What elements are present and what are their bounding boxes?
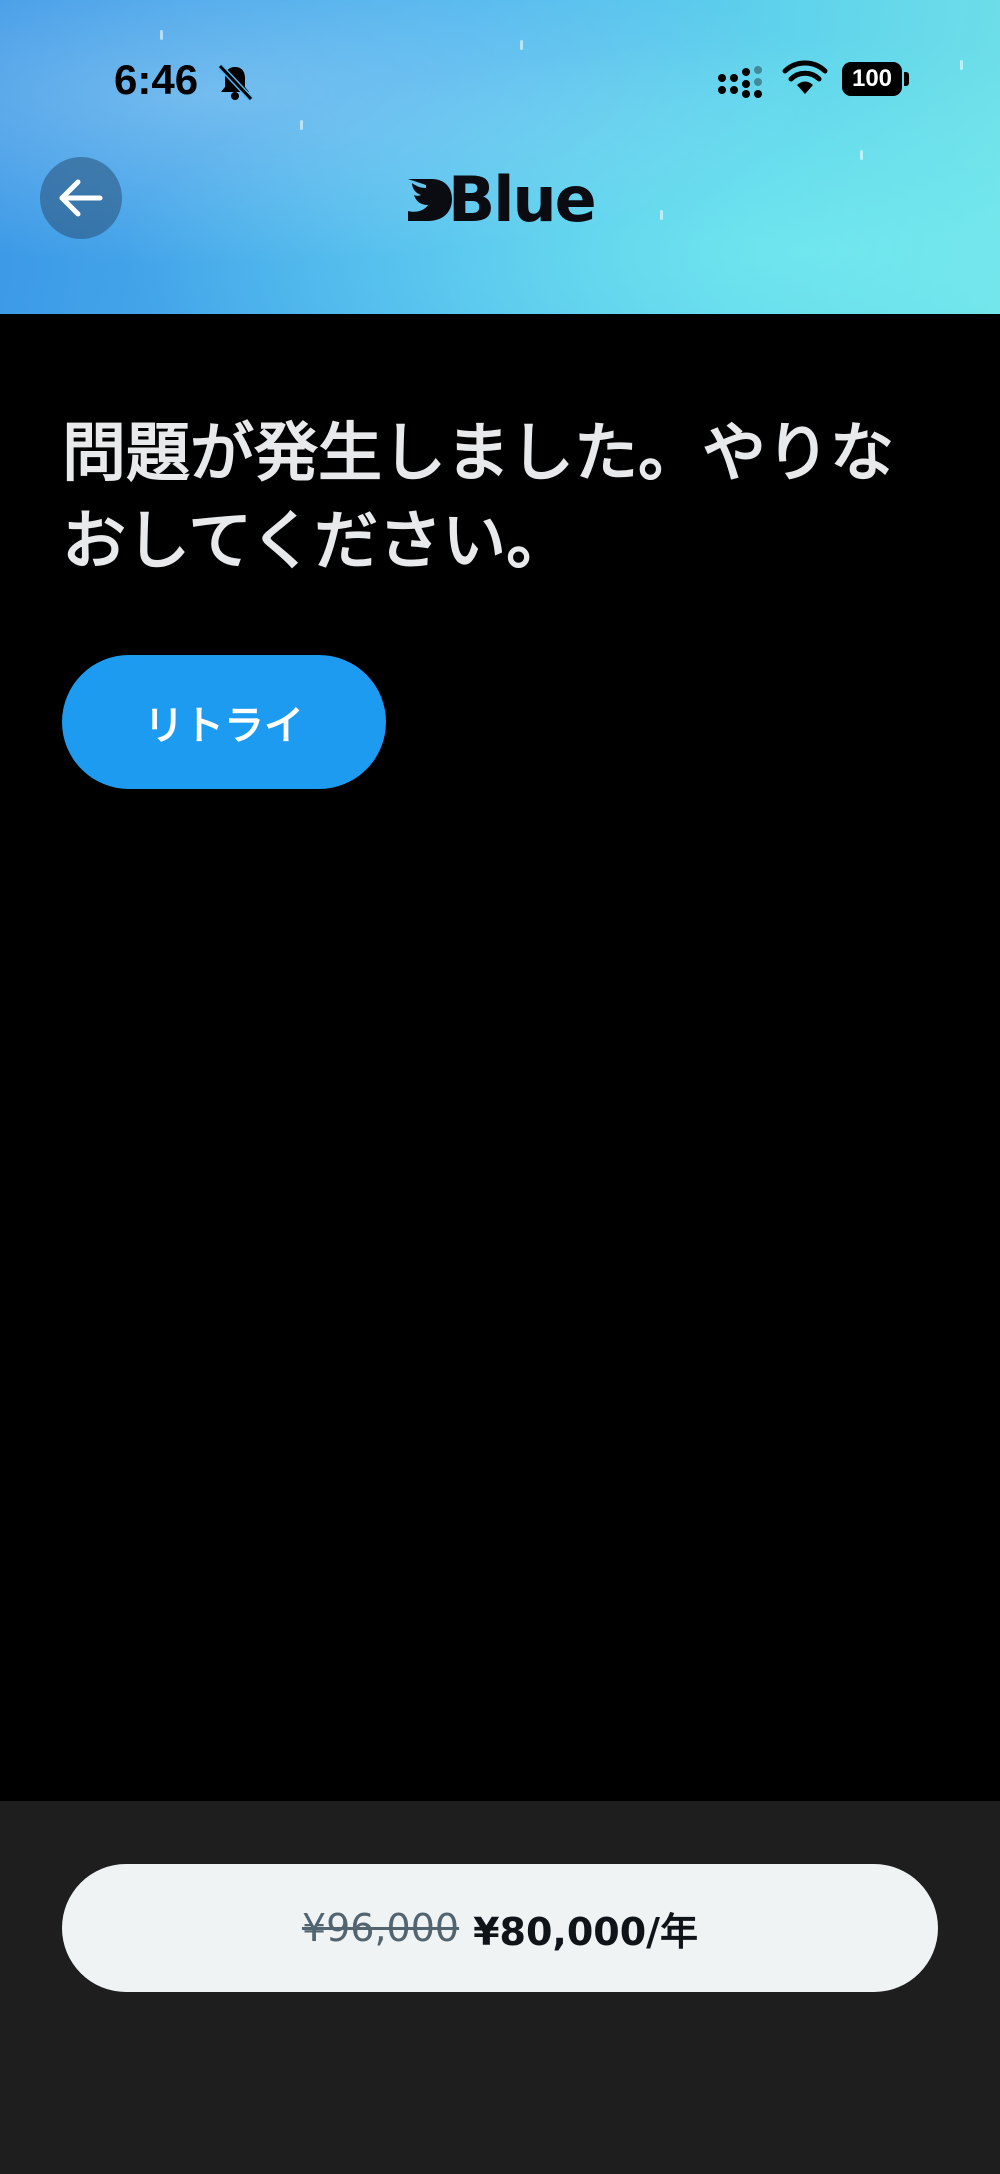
wifi-icon [782,60,828,94]
twitter-bird-icon [408,179,452,221]
banner-speck [660,210,663,220]
battery-tip [904,72,909,86]
logo-text: Blue [448,163,597,236]
cellular-signal-icon [718,66,762,98]
header-banner: 6:46 100 Blue [0,0,1000,314]
bell-muted-icon [217,63,254,102]
subscribe-button[interactable]: ¥96,000 ¥80,000/年 [62,1864,938,1992]
subscription-panel: ¥96,000 ¥80,000/年 [0,1801,1000,2174]
retry-button[interactable]: リトライ [62,655,386,789]
arrow-left-icon [59,179,103,217]
status-bar: 6:46 100 [0,0,1000,160]
status-time: 6:46 [114,56,199,103]
back-button[interactable] [40,157,122,239]
sale-price: ¥80,000/年 [473,1909,699,1954]
original-price: ¥96,000 [301,1906,460,1950]
error-message: 問題が発生しました。やりなおしてください。 [62,417,894,579]
battery-indicator: 100 [842,62,902,96]
blue-logo: Blue [406,163,597,236]
